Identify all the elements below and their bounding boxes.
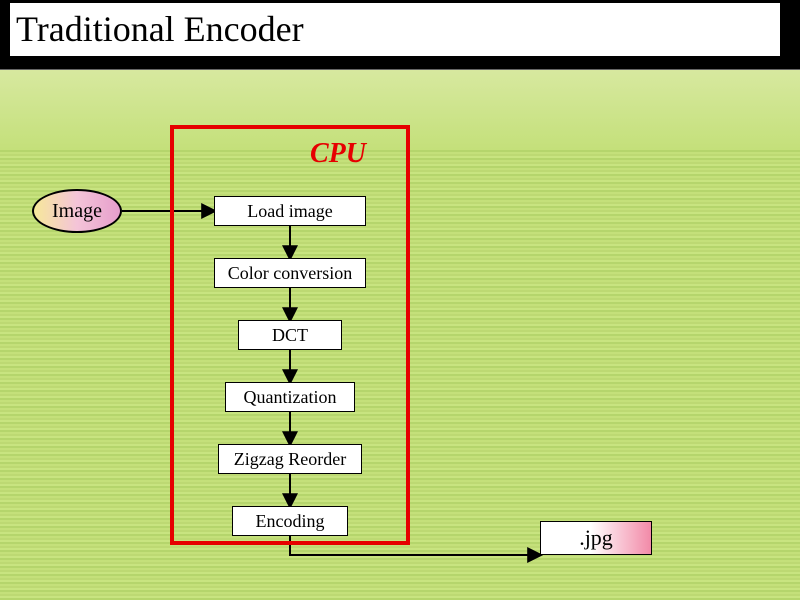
image-input-node: Image — [32, 189, 122, 233]
step-label: Zigzag Reorder — [234, 449, 346, 470]
header-bar: Traditional Encoder — [0, 0, 800, 70]
step-label: Quantization — [244, 387, 337, 408]
output-jpg-label: .jpg — [579, 525, 613, 551]
step-load-image: Load image — [214, 196, 366, 226]
slide-title: Traditional Encoder — [10, 3, 780, 56]
step-zigzag-reorder: Zigzag Reorder — [218, 444, 362, 474]
step-label: DCT — [272, 325, 308, 346]
step-encoding: Encoding — [232, 506, 348, 536]
step-dct: DCT — [238, 320, 342, 350]
step-label: Load image — [247, 201, 332, 222]
step-color-conversion: Color conversion — [214, 258, 366, 288]
output-jpg-node: .jpg — [540, 521, 652, 555]
cpu-label: CPU — [310, 138, 366, 170]
step-quantization: Quantization — [225, 382, 355, 412]
step-label: Color conversion — [228, 263, 352, 284]
image-input-label: Image — [52, 200, 102, 223]
step-label: Encoding — [256, 511, 325, 532]
